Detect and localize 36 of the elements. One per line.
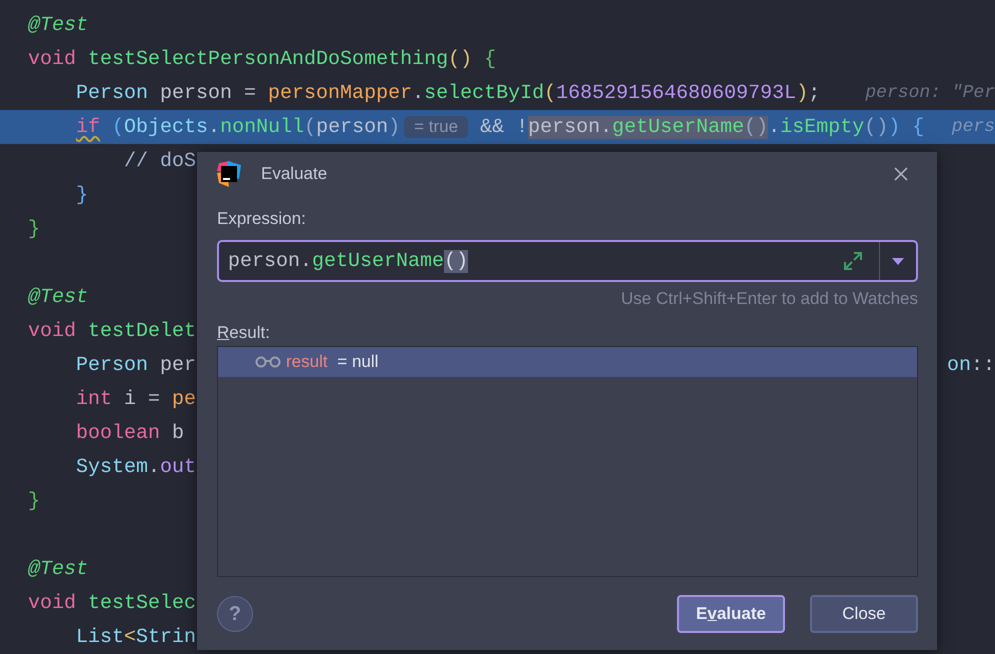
expression-field[interactable]: person.getUserName() (217, 240, 918, 282)
code-text: @Test (28, 14, 88, 36)
inline-value-hint: person: "Per (865, 83, 995, 103)
code-text: List<Strin (76, 626, 196, 648)
glasses-icon (255, 356, 281, 368)
code-text: on:: (946, 354, 995, 376)
evaluate-button[interactable]: Evaluate (677, 595, 785, 633)
code-text: // doS (124, 150, 196, 172)
code-text: System.out (76, 456, 196, 478)
field-label: Expression: (217, 208, 306, 230)
inline-value-hint: = true (404, 116, 468, 138)
code-text: if (Objects.nonNull(person) (76, 116, 400, 138)
result-row[interactable]: result = null (218, 347, 917, 377)
code-text: int i = pe (76, 388, 196, 410)
code-text: } (28, 490, 40, 512)
code-text: && !person.getUserName().isEmpty()) { (479, 116, 924, 138)
code-text: @Test (28, 286, 88, 308)
caret-icon (892, 258, 904, 264)
inline-value-hint: pers (952, 117, 995, 137)
shortcut-hint: Use Ctrl+Shift+Enter to add to Watches (620, 288, 918, 310)
close-button[interactable]: Close (810, 595, 918, 633)
app-logo-icon (217, 161, 241, 187)
expand-icon[interactable] (843, 251, 863, 271)
code-text: @Test (28, 558, 88, 580)
code-text: Person per (76, 354, 196, 376)
code-text: } (28, 218, 40, 240)
code-text: void testSelectPersonAndDoSomething() { (28, 48, 496, 70)
code-text: } (76, 184, 88, 206)
dialog-title: Evaluate (261, 164, 328, 184)
close-icon[interactable] (894, 167, 908, 181)
code-text: boolean b (76, 422, 184, 444)
code-text: void testSelec (28, 592, 196, 614)
code-text: void testDelet (28, 320, 196, 342)
field-label: Result: (217, 322, 270, 344)
code-text: Person person = personMapper.selectById(1685291564680609793L); (76, 82, 820, 104)
help-button[interactable]: ? (217, 596, 253, 632)
